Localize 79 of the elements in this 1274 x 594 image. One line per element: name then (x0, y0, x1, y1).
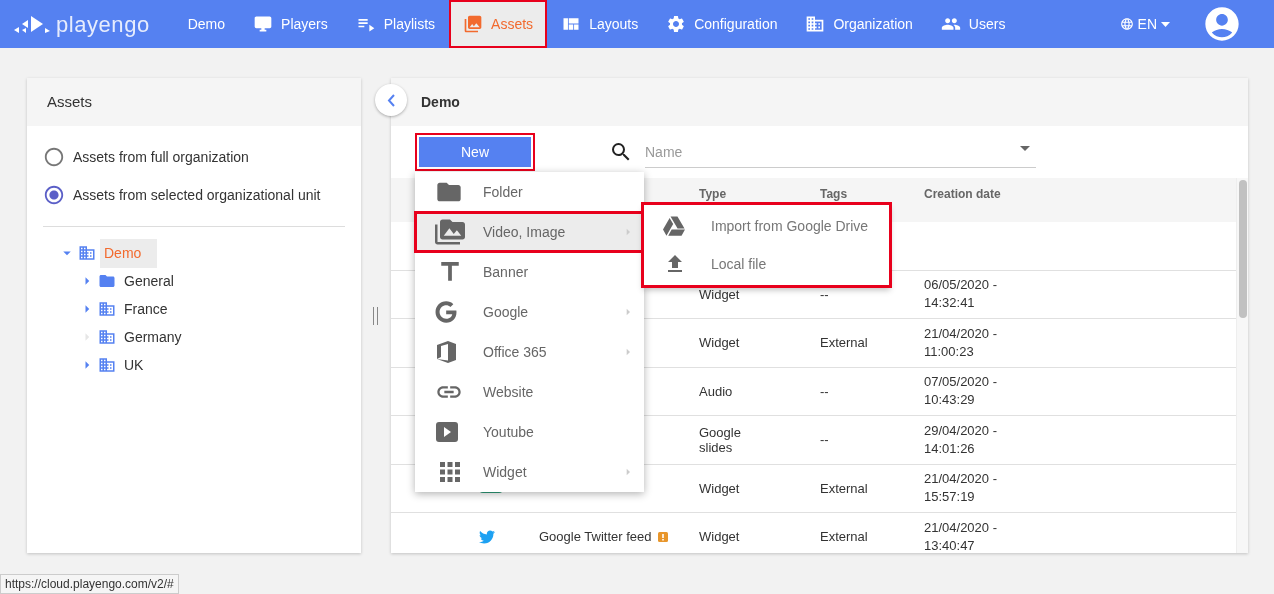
table-cell-text: Audio (699, 383, 734, 399)
table-cell-text: 21/04/2020 - 13:40:47 (924, 518, 998, 553)
table-cell: External (820, 480, 868, 496)
table-cell-text: Widget (699, 335, 741, 351)
name-filter-field[interactable]: Name (645, 136, 1036, 168)
status-url: https://cloud.playengo.com/v2/# (0, 574, 179, 594)
language-selector[interactable]: EN (1119, 13, 1170, 35)
radio-button[interactable] (43, 146, 65, 168)
tree-item[interactable]: UK (120, 350, 148, 380)
nav-tab[interactable]: Organization (791, 0, 927, 48)
nav-tab[interactable]: Users (926, 0, 1020, 48)
menu-item[interactable]: Youtube (415, 412, 644, 452)
tree-item[interactable]: General (120, 266, 178, 296)
menu-item[interactable]: Widget (415, 452, 644, 492)
table-cell-text: Widget (699, 286, 741, 302)
submenu-item[interactable]: Import from Google Drive (643, 207, 890, 245)
drive-icon (663, 215, 685, 237)
dropdown-icon (1020, 146, 1030, 151)
menu-item[interactable]: Folder (415, 172, 644, 212)
settings-icon (666, 14, 687, 34)
back-button[interactable] (375, 84, 407, 116)
table-cell-text: 21/04/2020 - 11:00:23 (924, 324, 998, 361)
radio-label[interactable]: Assets from full organization (73, 146, 249, 168)
content-title: Demo (421, 92, 460, 112)
table-cell: -- (820, 286, 829, 302)
menu-item[interactable]: Video, Image (415, 212, 644, 252)
building-icon (805, 14, 826, 34)
globe-icon (1119, 17, 1134, 31)
play-icon (435, 421, 459, 443)
table-cell-text: 21/04/2020 - 15:57:19 (924, 470, 998, 507)
new-button[interactable]: New (415, 133, 535, 171)
radio-label[interactable]: Assets from selected organizational unit (73, 184, 321, 206)
menu-item[interactable]: Banner (415, 252, 644, 292)
caret-icon (1161, 21, 1170, 27)
nav-tab[interactable]: Demo (173, 0, 240, 48)
table-cell: -- (820, 432, 829, 447)
column-header[interactable]: Tags (820, 188, 848, 200)
table-cell-text: Widget (699, 480, 741, 496)
table-cell: External (820, 529, 868, 544)
nav-tab[interactable]: Playlists (341, 0, 450, 48)
logo-icon (12, 14, 52, 34)
radio-button[interactable] (43, 184, 65, 206)
office-icon (435, 340, 457, 364)
nav-tab[interactable]: Configuration (652, 0, 792, 48)
nav-tab[interactable]: Players (239, 0, 342, 48)
splitter-handle-icon[interactable] (372, 306, 380, 325)
table-cell-text: Google slides (699, 424, 742, 455)
menu-item[interactable]: Google (415, 292, 644, 332)
nav-tab[interactable]: Assets (449, 0, 548, 48)
tree-item[interactable]: Germany (120, 322, 186, 352)
building-icon (78, 244, 96, 262)
google-icon (435, 301, 457, 323)
column-header[interactable]: Creation date (924, 188, 1001, 200)
bird-icon (479, 528, 495, 545)
building-icon (98, 328, 116, 346)
monitor-icon (253, 14, 274, 34)
scrollbar[interactable] (1236, 178, 1248, 553)
table-cell-text: 29/04/2020 - 14:01:26 (924, 421, 998, 458)
folder-icon (98, 272, 116, 290)
table-cell-text: 06/05/2020 - 14:32:41 (924, 276, 998, 313)
back-icon (387, 93, 395, 107)
nav-tab[interactable]: Layouts (547, 0, 653, 48)
menu-item[interactable]: Website (415, 372, 644, 412)
avatar-icon[interactable] (1202, 4, 1242, 44)
submenu-item[interactable]: Local file (643, 245, 890, 283)
building-icon (98, 300, 116, 318)
building-icon (98, 356, 116, 374)
images-icon (463, 14, 484, 34)
logo-text: playengo (56, 10, 150, 39)
table-cell: -- (820, 383, 829, 399)
table-cell: External (820, 335, 868, 350)
table-cell-text: Google Twitter feed (539, 528, 652, 546)
panel-title: Assets (27, 78, 361, 126)
images-icon (435, 217, 465, 247)
menu-item[interactable]: Office 365 (415, 332, 644, 372)
table-cell-text: Widget (699, 529, 741, 545)
tree-item[interactable]: France (120, 294, 172, 324)
column-header[interactable]: Type (699, 188, 727, 200)
table-cell-text: 07/05/2020 - 10:43:29 (924, 373, 998, 410)
